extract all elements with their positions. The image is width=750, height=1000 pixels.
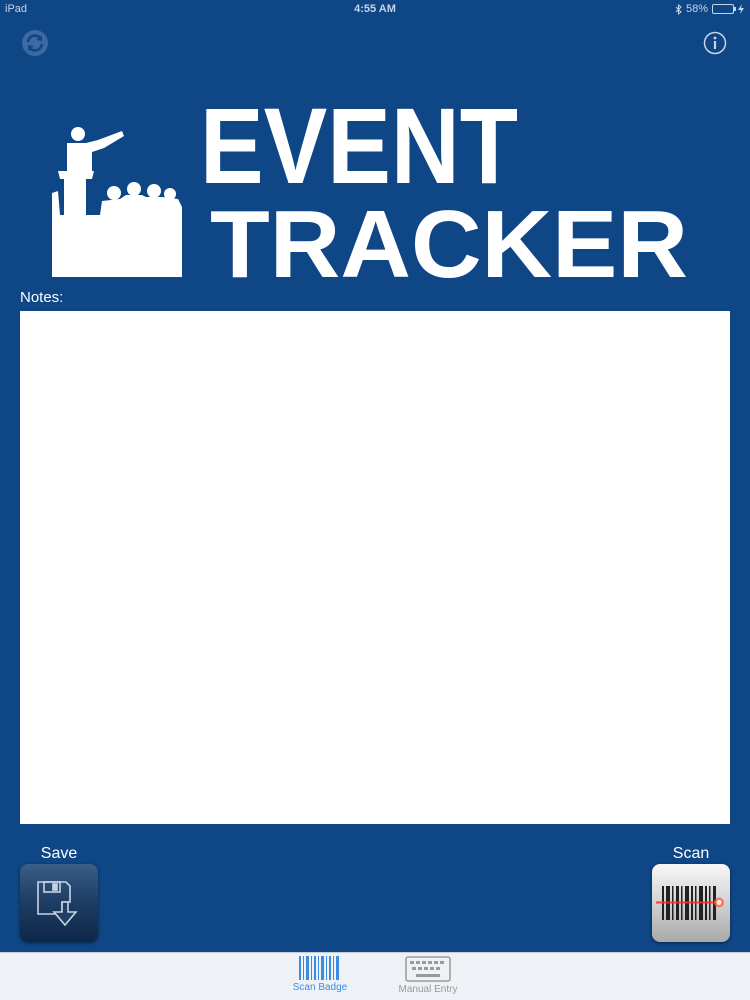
info-button[interactable]	[703, 31, 727, 55]
status-right: 58%	[675, 3, 744, 15]
tab-manual-entry-label: Manual Entry	[398, 984, 458, 995]
refresh-button[interactable]	[20, 28, 50, 58]
speaker-audience-icon	[52, 127, 182, 277]
status-bar: iPad 4:55 AM 58%	[0, 0, 750, 20]
tab-scan-badge-label: Scan Badge	[292, 982, 348, 993]
save-label: Save	[40, 845, 78, 862]
logo-wordmark: EVENT TRACKER	[200, 95, 688, 285]
logo-line-2: TRACKER	[210, 191, 688, 285]
status-time: 4:55 AM	[354, 3, 396, 15]
keyboard-icon	[405, 956, 451, 982]
info-icon	[703, 31, 727, 55]
event-tracker-screen: iPad 4:55 AM 58% EVENT TRACKER Notes: Sa…	[0, 0, 750, 1000]
tab-bar: Scan Badge Manual Entry	[0, 952, 750, 1000]
event-tracker-logo: EVENT TRACKER	[50, 95, 710, 285]
scan-label: Scan	[672, 845, 710, 862]
battery-icon	[712, 4, 736, 14]
bluetooth-icon	[675, 3, 682, 15]
tab-scan-badge[interactable]: Scan Badge	[275, 953, 365, 1000]
notes-textarea[interactable]	[20, 311, 730, 824]
tab-manual-entry[interactable]: Manual Entry	[383, 953, 473, 1000]
barcode-icon	[299, 956, 339, 980]
barcode-scanner-icon	[656, 886, 724, 920]
notes-label: Notes:	[20, 289, 64, 306]
charging-icon	[738, 4, 744, 14]
save-button[interactable]	[20, 864, 98, 942]
refresh-icon	[22, 30, 48, 56]
scan-button[interactable]	[652, 864, 730, 942]
battery-percent: 58%	[685, 3, 708, 15]
logo-line-1: EVENT	[200, 95, 518, 206]
floppy-save-icon	[37, 881, 78, 927]
